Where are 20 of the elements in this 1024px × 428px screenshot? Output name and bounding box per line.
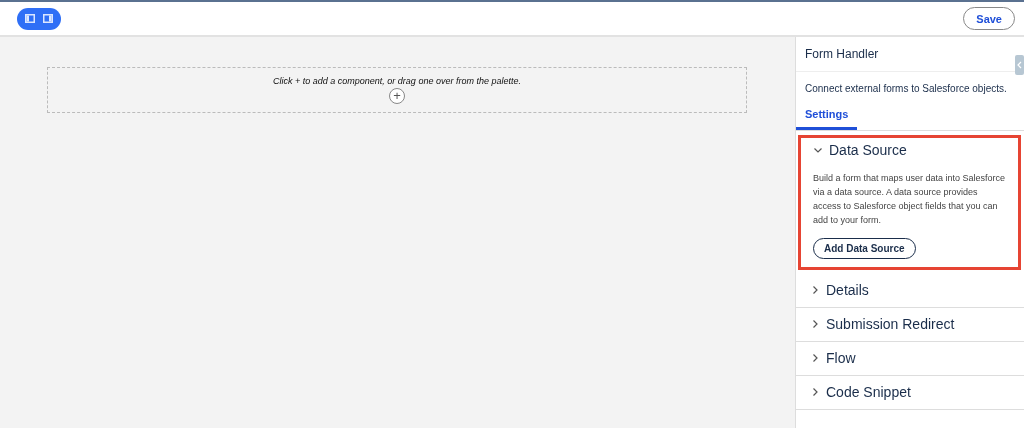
right-panel-icon[interactable] xyxy=(43,14,53,23)
left-panel-icon[interactable] xyxy=(25,14,35,23)
chevron-icon[interactable] xyxy=(810,386,820,397)
settings-tab[interactable]: Settings xyxy=(796,102,858,130)
collapse-handle-icon[interactable] xyxy=(1015,55,1024,75)
chevron-icon[interactable] xyxy=(810,284,820,295)
chevron-icon[interactable] xyxy=(810,352,820,363)
section-title[interactable]: Data Source xyxy=(829,142,907,158)
chevron-icon[interactable] xyxy=(810,318,820,329)
save-button[interactable]: Save xyxy=(963,7,1015,30)
section-title[interactable]: Submission Redirect xyxy=(826,315,955,332)
panel-description: Connect external forms to Salesforce objects. xyxy=(804,82,1008,96)
section-title[interactable]: Details xyxy=(826,281,869,298)
section-title[interactable]: Flow xyxy=(826,349,856,366)
section-text: Build a form that maps user data into Salesforce via a data source. A data source provides access to Salesforce object fields that you can add to your form. xyxy=(813,172,1007,227)
add-component-button[interactable]: + xyxy=(389,88,405,104)
add-data-source-button[interactable]: Add Data Source xyxy=(813,237,916,259)
section-title[interactable]: Code Snippet xyxy=(826,383,911,400)
chevron-icon[interactable] xyxy=(813,145,823,155)
drop-hint: Click + to add a component, or drag one over from the palette. xyxy=(273,76,521,86)
